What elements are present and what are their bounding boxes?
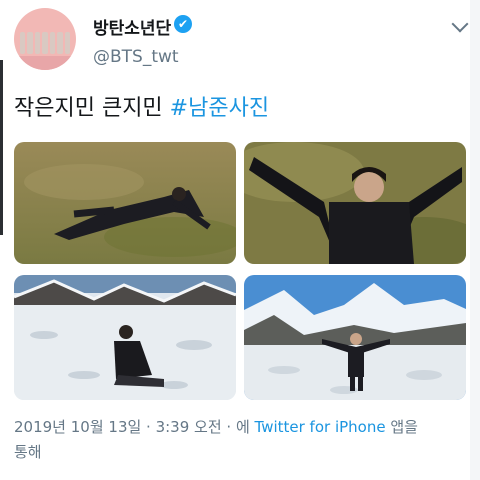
verified-badge-icon: ✔ (174, 15, 192, 33)
hashtag-link[interactable]: #남준사진 (170, 96, 269, 121)
source-suffix-line2: 통해 (14, 443, 42, 461)
left-edge (0, 60, 3, 235)
tweet-timestamp: 2019년 10월 13일 · 3:39 오전 · 에 Twitter for … (14, 416, 418, 437)
photo-3[interactable] (14, 275, 236, 400)
tweet-text: 작은지민 큰지민 #남준사진 (14, 90, 269, 122)
display-name[interactable]: 방탄소년단 (93, 14, 171, 39)
tweet-date: 2019년 10월 13일 · 3:39 오전 · 에 (14, 418, 255, 436)
photo-4[interactable] (244, 275, 466, 400)
tweet-body: 작은지민 큰지민 (14, 96, 170, 121)
source-suffix: 앱을 (385, 418, 418, 436)
chevron-down-icon[interactable] (451, 15, 469, 33)
avatar[interactable] (14, 8, 76, 70)
photo-1[interactable] (14, 142, 236, 264)
source-link[interactable]: Twitter for iPhone (255, 418, 386, 436)
scrollbar-track[interactable] (470, 0, 480, 480)
user-handle[interactable]: @BTS_twt (93, 47, 179, 67)
photo-2[interactable] (244, 142, 466, 264)
media-grid (14, 142, 466, 400)
